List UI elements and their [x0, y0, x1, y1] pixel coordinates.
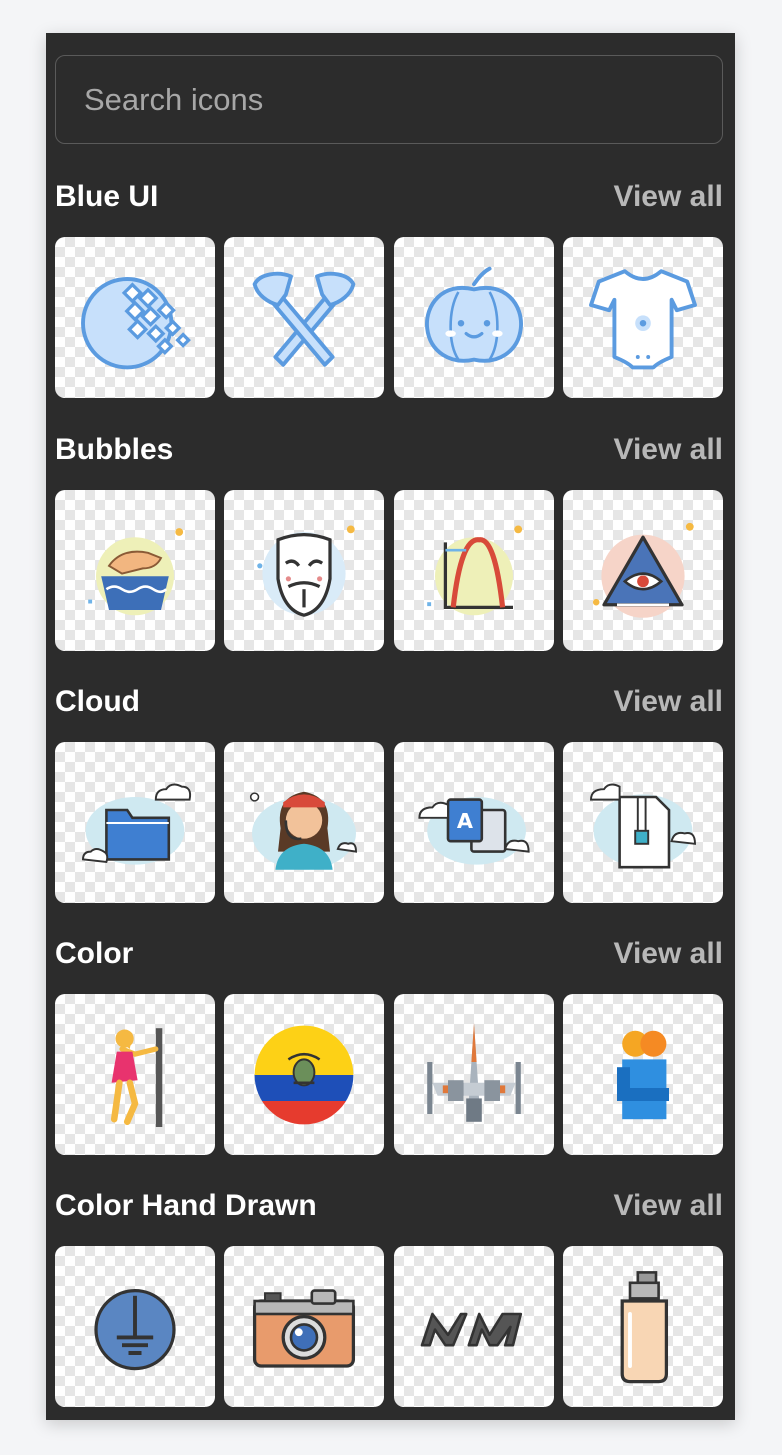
icon-tile[interactable]: [562, 742, 723, 903]
webmoney-globe-icon: [81, 276, 191, 369]
woman-headset-icon: [250, 791, 358, 870]
icon-tile[interactable]: [393, 237, 554, 398]
ground-symbol-icon: [94, 1288, 176, 1370]
icon-row: [55, 490, 723, 651]
zip-file-icon: [590, 783, 696, 868]
icon-tile[interactable]: [393, 994, 554, 1155]
section-header: Bubbles View all: [55, 430, 723, 470]
section-title: Bubbles: [55, 433, 174, 466]
section-title: Color: [55, 937, 134, 970]
icon-tile[interactable]: [224, 742, 385, 903]
modern-warfare-logo-icon: [420, 1312, 522, 1346]
view-all-link[interactable]: View all: [613, 433, 723, 467]
pumpkin-face-icon: [424, 266, 523, 363]
view-all-link[interactable]: View all: [613, 180, 723, 214]
svg-text:A: A: [457, 809, 473, 833]
icon-tile[interactable]: [224, 994, 385, 1155]
view-all-link[interactable]: View all: [613, 685, 723, 719]
icon-tile[interactable]: [562, 237, 723, 398]
section-bubbles: Bubbles View all: [55, 430, 723, 651]
cloud-folder-icon: [82, 783, 192, 865]
section-header: Blue UI View all: [55, 177, 723, 217]
section-header: Color View all: [55, 934, 723, 974]
section-blue-ui: Blue UI View all: [55, 177, 723, 398]
section-title: Blue UI: [55, 180, 159, 213]
search-input[interactable]: [82, 80, 696, 119]
icon-tile[interactable]: [562, 490, 723, 651]
illuminati-eye-icon: [592, 522, 694, 618]
ecuador-flag-icon: [254, 1025, 354, 1124]
section-color: Color View all: [55, 934, 723, 1155]
pole-dancer-icon: [110, 1027, 163, 1127]
translate-icon: A: [418, 796, 530, 865]
section-title: Cloud: [55, 685, 140, 718]
icon-tile[interactable]: [55, 994, 215, 1155]
view-all-link[interactable]: View all: [613, 937, 723, 971]
section-title: Color Hand Drawn: [55, 1189, 317, 1222]
icon-row: [55, 237, 723, 398]
baby-onesie-icon: [589, 268, 697, 369]
icon-row: A: [55, 742, 723, 903]
icon-tile[interactable]: [55, 490, 215, 651]
section-header: Cloud View all: [55, 682, 723, 722]
x-wing-fighter-icon: [426, 1022, 521, 1122]
icon-tile[interactable]: [393, 490, 554, 651]
icon-tile[interactable]: [55, 237, 215, 398]
section-header: Color Hand Drawn View all: [55, 1186, 723, 1226]
hand-wash-icon: [88, 527, 184, 615]
camera-icon: [253, 1288, 356, 1368]
anonymous-mask-icon: [257, 525, 356, 617]
search-box[interactable]: [55, 55, 723, 144]
icon-tile[interactable]: [55, 1246, 215, 1407]
icon-tile[interactable]: [562, 994, 723, 1155]
icon-tile[interactable]: [55, 742, 215, 903]
icon-tile[interactable]: [224, 1246, 385, 1407]
icon-tile[interactable]: A: [393, 742, 554, 903]
icon-row: [55, 994, 723, 1155]
pump-bottle-icon: [620, 1270, 669, 1383]
icon-tile[interactable]: [224, 490, 385, 651]
icon-row: [55, 1246, 723, 1407]
section-cloud: Cloud View all A: [55, 682, 723, 903]
bell-curve-graph-icon: [426, 525, 522, 615]
crossed-axes-icon: [252, 271, 356, 367]
hug-icon: [616, 1030, 669, 1119]
icon-tile[interactable]: [393, 1246, 554, 1407]
icon-browser-panel: Blue UI View all: [46, 33, 735, 1420]
view-all-link[interactable]: View all: [613, 1189, 723, 1223]
icon-tile[interactable]: [224, 237, 385, 398]
icon-tile[interactable]: [562, 1246, 723, 1407]
section-color-hand-drawn: Color Hand Drawn View all: [55, 1186, 723, 1407]
